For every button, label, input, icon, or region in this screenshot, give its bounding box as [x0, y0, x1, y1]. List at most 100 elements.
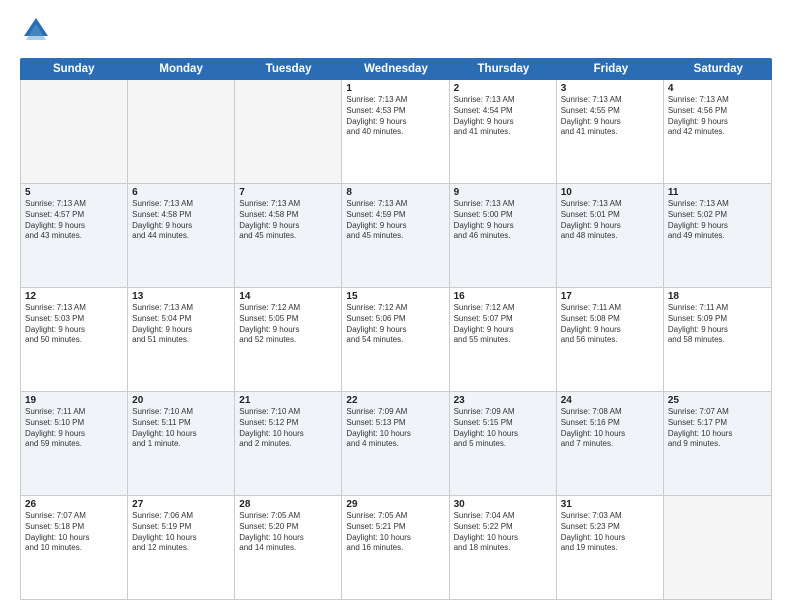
day-info: Sunrise: 7:11 AM Sunset: 5:09 PM Dayligh…: [668, 303, 767, 346]
empty-cell: [235, 80, 342, 183]
calendar-week-2: 5Sunrise: 7:13 AM Sunset: 4:57 PM Daylig…: [21, 184, 771, 288]
logo-icon: [20, 16, 52, 48]
day-number: 21: [239, 395, 337, 406]
day-number: 7: [239, 187, 337, 198]
day-cell-22: 22Sunrise: 7:09 AM Sunset: 5:13 PM Dayli…: [342, 392, 449, 495]
day-info: Sunrise: 7:10 AM Sunset: 5:12 PM Dayligh…: [239, 407, 337, 450]
empty-cell: [128, 80, 235, 183]
day-number: 9: [454, 187, 552, 198]
day-cell-27: 27Sunrise: 7:06 AM Sunset: 5:19 PM Dayli…: [128, 496, 235, 599]
day-info: Sunrise: 7:10 AM Sunset: 5:11 PM Dayligh…: [132, 407, 230, 450]
day-number: 1: [346, 83, 444, 94]
day-number: 27: [132, 499, 230, 510]
day-cell-7: 7Sunrise: 7:13 AM Sunset: 4:58 PM Daylig…: [235, 184, 342, 287]
day-info: Sunrise: 7:12 AM Sunset: 5:05 PM Dayligh…: [239, 303, 337, 346]
day-number: 10: [561, 187, 659, 198]
day-number: 12: [25, 291, 123, 302]
day-number: 28: [239, 499, 337, 510]
weekday-header-wednesday: Wednesday: [342, 58, 449, 80]
weekday-header-saturday: Saturday: [665, 58, 772, 80]
day-cell-16: 16Sunrise: 7:12 AM Sunset: 5:07 PM Dayli…: [450, 288, 557, 391]
day-number: 5: [25, 187, 123, 198]
day-info: Sunrise: 7:09 AM Sunset: 5:15 PM Dayligh…: [454, 407, 552, 450]
day-info: Sunrise: 7:12 AM Sunset: 5:06 PM Dayligh…: [346, 303, 444, 346]
calendar-body: 1Sunrise: 7:13 AM Sunset: 4:53 PM Daylig…: [20, 80, 772, 600]
day-number: 14: [239, 291, 337, 302]
day-cell-29: 29Sunrise: 7:05 AM Sunset: 5:21 PM Dayli…: [342, 496, 449, 599]
day-info: Sunrise: 7:13 AM Sunset: 5:03 PM Dayligh…: [25, 303, 123, 346]
day-info: Sunrise: 7:13 AM Sunset: 5:00 PM Dayligh…: [454, 199, 552, 242]
day-cell-18: 18Sunrise: 7:11 AM Sunset: 5:09 PM Dayli…: [664, 288, 771, 391]
day-number: 22: [346, 395, 444, 406]
day-cell-19: 19Sunrise: 7:11 AM Sunset: 5:10 PM Dayli…: [21, 392, 128, 495]
day-info: Sunrise: 7:13 AM Sunset: 4:57 PM Dayligh…: [25, 199, 123, 242]
day-info: Sunrise: 7:05 AM Sunset: 5:21 PM Dayligh…: [346, 511, 444, 554]
day-info: Sunrise: 7:11 AM Sunset: 5:10 PM Dayligh…: [25, 407, 123, 450]
day-info: Sunrise: 7:05 AM Sunset: 5:20 PM Dayligh…: [239, 511, 337, 554]
day-info: Sunrise: 7:11 AM Sunset: 5:08 PM Dayligh…: [561, 303, 659, 346]
day-number: 13: [132, 291, 230, 302]
calendar-week-5: 26Sunrise: 7:07 AM Sunset: 5:18 PM Dayli…: [21, 496, 771, 599]
calendar-header: SundayMondayTuesdayWednesdayThursdayFrid…: [20, 58, 772, 80]
day-cell-13: 13Sunrise: 7:13 AM Sunset: 5:04 PM Dayli…: [128, 288, 235, 391]
day-cell-31: 31Sunrise: 7:03 AM Sunset: 5:23 PM Dayli…: [557, 496, 664, 599]
day-info: Sunrise: 7:13 AM Sunset: 5:01 PM Dayligh…: [561, 199, 659, 242]
day-cell-17: 17Sunrise: 7:11 AM Sunset: 5:08 PM Dayli…: [557, 288, 664, 391]
day-number: 4: [668, 83, 767, 94]
day-number: 18: [668, 291, 767, 302]
day-info: Sunrise: 7:13 AM Sunset: 4:56 PM Dayligh…: [668, 95, 767, 138]
page: SundayMondayTuesdayWednesdayThursdayFrid…: [0, 0, 792, 612]
weekday-header-tuesday: Tuesday: [235, 58, 342, 80]
day-cell-6: 6Sunrise: 7:13 AM Sunset: 4:58 PM Daylig…: [128, 184, 235, 287]
weekday-header-friday: Friday: [557, 58, 664, 80]
day-info: Sunrise: 7:13 AM Sunset: 4:58 PM Dayligh…: [132, 199, 230, 242]
day-info: Sunrise: 7:13 AM Sunset: 4:55 PM Dayligh…: [561, 95, 659, 138]
day-cell-9: 9Sunrise: 7:13 AM Sunset: 5:00 PM Daylig…: [450, 184, 557, 287]
day-cell-24: 24Sunrise: 7:08 AM Sunset: 5:16 PM Dayli…: [557, 392, 664, 495]
day-number: 17: [561, 291, 659, 302]
day-info: Sunrise: 7:04 AM Sunset: 5:22 PM Dayligh…: [454, 511, 552, 554]
weekday-header-sunday: Sunday: [20, 58, 127, 80]
day-info: Sunrise: 7:13 AM Sunset: 4:59 PM Dayligh…: [346, 199, 444, 242]
day-number: 20: [132, 395, 230, 406]
day-cell-30: 30Sunrise: 7:04 AM Sunset: 5:22 PM Dayli…: [450, 496, 557, 599]
day-number: 6: [132, 187, 230, 198]
calendar: SundayMondayTuesdayWednesdayThursdayFrid…: [20, 58, 772, 600]
day-number: 8: [346, 187, 444, 198]
logo: [20, 16, 56, 48]
day-cell-11: 11Sunrise: 7:13 AM Sunset: 5:02 PM Dayli…: [664, 184, 771, 287]
header: [20, 16, 772, 48]
day-number: 25: [668, 395, 767, 406]
day-number: 26: [25, 499, 123, 510]
day-number: 24: [561, 395, 659, 406]
day-number: 3: [561, 83, 659, 94]
day-info: Sunrise: 7:13 AM Sunset: 5:02 PM Dayligh…: [668, 199, 767, 242]
day-number: 11: [668, 187, 767, 198]
empty-cell: [21, 80, 128, 183]
day-number: 16: [454, 291, 552, 302]
day-number: 15: [346, 291, 444, 302]
day-number: 23: [454, 395, 552, 406]
day-info: Sunrise: 7:09 AM Sunset: 5:13 PM Dayligh…: [346, 407, 444, 450]
calendar-week-1: 1Sunrise: 7:13 AM Sunset: 4:53 PM Daylig…: [21, 80, 771, 184]
day-cell-1: 1Sunrise: 7:13 AM Sunset: 4:53 PM Daylig…: [342, 80, 449, 183]
day-info: Sunrise: 7:06 AM Sunset: 5:19 PM Dayligh…: [132, 511, 230, 554]
day-info: Sunrise: 7:13 AM Sunset: 4:53 PM Dayligh…: [346, 95, 444, 138]
day-info: Sunrise: 7:07 AM Sunset: 5:17 PM Dayligh…: [668, 407, 767, 450]
day-info: Sunrise: 7:12 AM Sunset: 5:07 PM Dayligh…: [454, 303, 552, 346]
day-info: Sunrise: 7:08 AM Sunset: 5:16 PM Dayligh…: [561, 407, 659, 450]
day-cell-12: 12Sunrise: 7:13 AM Sunset: 5:03 PM Dayli…: [21, 288, 128, 391]
day-info: Sunrise: 7:13 AM Sunset: 4:58 PM Dayligh…: [239, 199, 337, 242]
day-cell-8: 8Sunrise: 7:13 AM Sunset: 4:59 PM Daylig…: [342, 184, 449, 287]
day-info: Sunrise: 7:13 AM Sunset: 5:04 PM Dayligh…: [132, 303, 230, 346]
weekday-header-thursday: Thursday: [450, 58, 557, 80]
empty-cell: [664, 496, 771, 599]
day-info: Sunrise: 7:13 AM Sunset: 4:54 PM Dayligh…: [454, 95, 552, 138]
day-info: Sunrise: 7:07 AM Sunset: 5:18 PM Dayligh…: [25, 511, 123, 554]
day-cell-5: 5Sunrise: 7:13 AM Sunset: 4:57 PM Daylig…: [21, 184, 128, 287]
calendar-week-3: 12Sunrise: 7:13 AM Sunset: 5:03 PM Dayli…: [21, 288, 771, 392]
day-cell-2: 2Sunrise: 7:13 AM Sunset: 4:54 PM Daylig…: [450, 80, 557, 183]
day-cell-26: 26Sunrise: 7:07 AM Sunset: 5:18 PM Dayli…: [21, 496, 128, 599]
day-number: 31: [561, 499, 659, 510]
day-cell-25: 25Sunrise: 7:07 AM Sunset: 5:17 PM Dayli…: [664, 392, 771, 495]
